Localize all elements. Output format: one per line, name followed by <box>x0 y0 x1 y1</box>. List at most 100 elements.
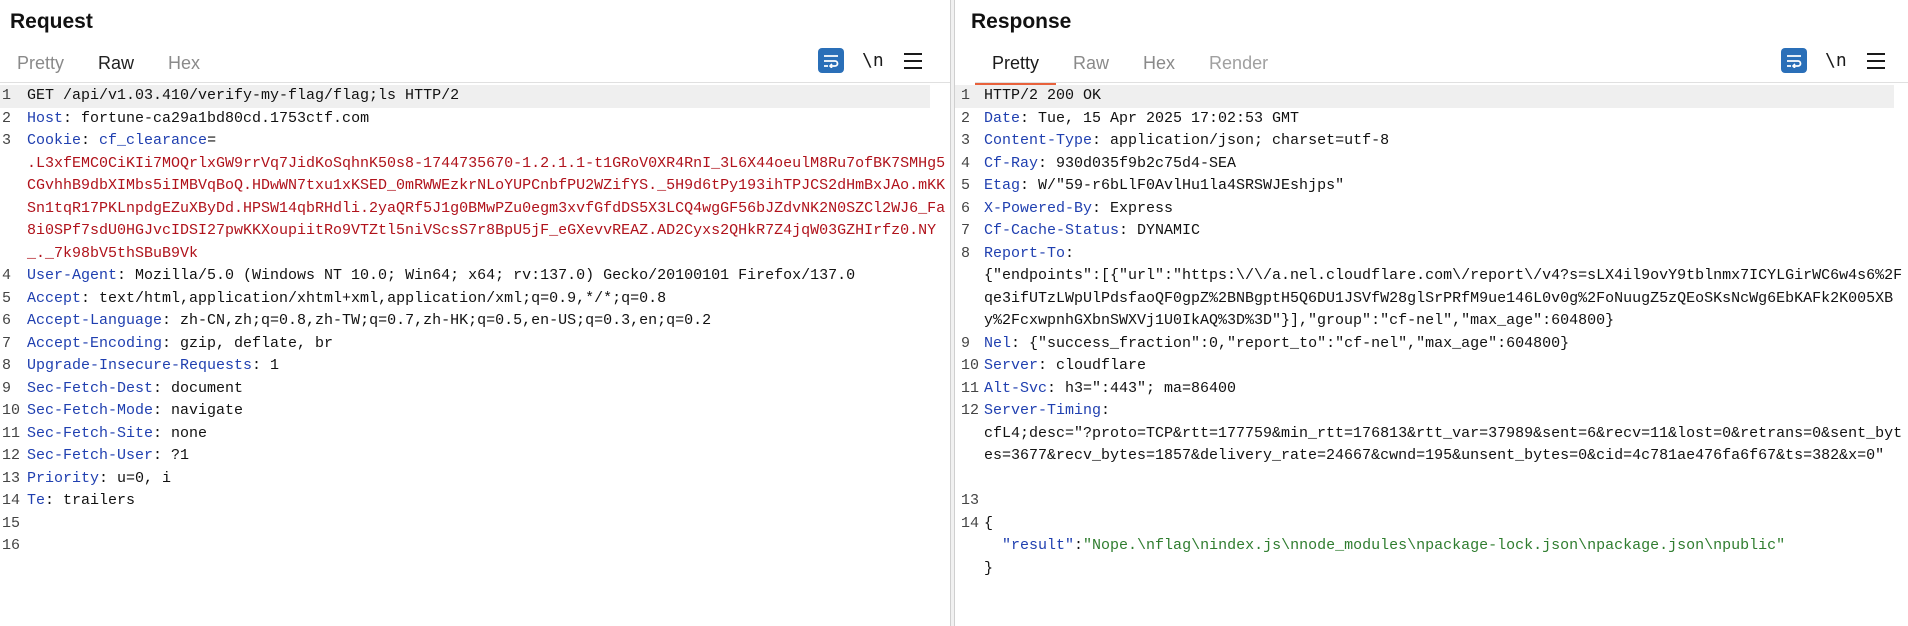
line-number: 14 <box>961 514 980 532</box>
line-number: 4 <box>961 154 971 172</box>
response-line: 13 <box>955 490 1908 513</box>
header-value: : fortune-ca29a1bd80cd.1753ctf.com <box>63 109 370 127</box>
wrap-lines-icon[interactable] <box>1781 48 1807 73</box>
line-number: 2 <box>2 109 12 127</box>
request-line: 3 Cookie: cf_clearance= .L3xfEMC0CiKIi7MO… <box>0 130 950 265</box>
header-value: : h3=":443"; ma=86400 <box>1047 379 1237 397</box>
request-line: 15 <box>0 513 950 536</box>
header-name: Nel <box>984 334 1012 352</box>
header-value: : 930d035f9b2c75d4-SEA <box>1038 154 1237 172</box>
request-editor[interactable]: 1 GET /api/v1.03.410/verify-my-flag/flag;… <box>0 85 950 626</box>
request-line: 2 Host: fortune-ca29a1bd80cd.1753ctf.com <box>0 108 950 131</box>
header-value: : navigate <box>153 402 244 419</box>
response-line: 4 Cf-Ray: 930d035f9b2c75d4-SEA <box>955 153 1908 176</box>
request-line: 13 Priority: u=0, i <box>0 468 950 491</box>
header-value: : Mozilla/5.0 (Windows NT 10.0; Win64; x… <box>117 267 856 284</box>
header-value: : ?1 <box>153 447 190 464</box>
header-name: User-Agent <box>27 267 118 284</box>
response-line-text: HTTP/2 200 OK <box>981 85 1894 108</box>
response-line: 3 Content-Type: application/json; charset… <box>955 130 1908 153</box>
request-line-text: Accept: text/html,application/xhtml+xml,… <box>24 288 950 311</box>
request-line-text: Accept-Language: zh-CN,zh;q=0.8,zh-TW;q=… <box>24 310 950 333</box>
header-value: GET /api/v1.03.410/verify-my-flag/flag;l… <box>27 87 460 104</box>
header-value: : application/json; charset=utf-8 <box>1092 132 1390 149</box>
request-tab-hex[interactable]: Hex <box>151 49 217 82</box>
header-name: Upgrade-Insecure-Requests <box>27 357 253 374</box>
show-newlines-toggle[interactable]: \n <box>862 50 884 71</box>
line-number: 1 <box>2 87 12 104</box>
response-line: 7 Cf-Cache-Status: DYNAMIC <box>955 220 1908 243</box>
header-name: Accept-Language <box>27 312 163 329</box>
line-number: 11 <box>961 379 980 397</box>
header-name: Content-Type <box>984 132 1093 149</box>
response-tools: \n <box>1781 48 1885 73</box>
line-number: 15 <box>2 514 21 532</box>
header-value: : zh-CN,zh;q=0.8,zh-TW;q=0.7,zh-HK;q=0.5… <box>162 312 712 329</box>
line-number: 9 <box>961 334 971 352</box>
request-line-text: Cookie: cf_clearance= .L3xfEMC0CiKIi7MOQ… <box>24 130 950 265</box>
response-tab-pretty[interactable]: Pretty <box>975 49 1057 85</box>
request-tabs: Pretty Raw Hex <box>0 49 217 82</box>
header-value: : DYNAMIC <box>1119 222 1201 239</box>
response-tab-hex[interactable]: Hex <box>1126 49 1192 82</box>
header-value: : cfL4;desc="?proto=TCP&rtt=177759&min_r… <box>984 402 1903 464</box>
request-line-text: GET /api/v1.03.410/verify-my-flag/flag;l… <box>24 85 930 108</box>
request-line: 5 Accept: text/html,application/xhtml+xml… <box>0 288 950 311</box>
header-value: : <box>1074 537 1084 554</box>
response-line-text: Alt-Svc: h3=":443"; ma=86400 <box>981 378 1908 401</box>
request-tab-raw[interactable]: Raw <box>81 49 151 82</box>
header-value: : gzip, deflate, br <box>162 334 334 352</box>
header-value: : document <box>153 379 244 397</box>
request-line: 1 GET /api/v1.03.410/verify-my-flag/flag;… <box>0 85 930 108</box>
response-line: 5 Etag: W/"59-r6bLlF0AvlHu1la4SRSWJEshjps… <box>955 175 1908 198</box>
header-name: Priority <box>27 469 100 487</box>
line-number: 10 <box>2 402 21 419</box>
menu-icon[interactable] <box>903 52 922 69</box>
show-newlines-toggle[interactable]: \n <box>1825 50 1847 71</box>
response-line-text: Report-To: {"endpoints":[{"url":"https:\… <box>981 243 1908 333</box>
response-editor[interactable]: 1 HTTP/2 200 OK 2 Date: Tue, 15 Apr 2025 17… <box>955 85 1908 626</box>
line-number: 3 <box>961 132 971 149</box>
response-line: 11 Alt-Svc: h3=":443"; ma=86400 <box>955 378 1908 401</box>
request-line-text: Sec-Fetch-Mode: navigate <box>24 400 950 423</box>
request-line-text <box>24 513 950 536</box>
response-line: 6 X-Powered-By: Express <box>955 198 1908 221</box>
response-tabs: Pretty Raw Hex Render <box>975 49 1285 85</box>
header-name: Server-Timing <box>984 402 1102 419</box>
response-line: 8 Report-To: {"endpoints":[{"url":"https:… <box>955 243 1908 333</box>
header-value: : {"endpoints":[{"url":"https:\/\/a.nel.… <box>984 244 1903 330</box>
line-number: 11 <box>2 424 21 442</box>
header-name: Accept-Encoding <box>27 334 163 352</box>
response-tab-render[interactable]: Render <box>1192 49 1285 82</box>
header-name: Server <box>984 357 1039 374</box>
response-line: 9 Nel: {"success_fraction":0,"report_to":… <box>955 333 1908 356</box>
header-name: Cf-Ray <box>984 154 1039 172</box>
header-value: } <box>984 559 994 577</box>
line-number: 13 <box>2 469 21 487</box>
line-number: 8 <box>961 244 971 262</box>
request-line-text: Upgrade-Insecure-Requests: 1 <box>24 355 950 378</box>
header-value: HTTP/2 200 OK <box>984 87 1102 104</box>
response-line-text: X-Powered-By: Express <box>981 198 1908 221</box>
request-line: 8 Upgrade-Insecure-Requests: 1 <box>0 355 950 378</box>
header-value: : text/html,application/xhtml+xml,applic… <box>81 289 667 307</box>
header-name: X-Powered-By <box>984 199 1093 217</box>
request-line: 7 Accept-Encoding: gzip, deflate, br <box>0 333 950 356</box>
header-name: Sec-Fetch-Mode <box>27 402 154 419</box>
header-name: Report-To <box>984 244 1066 262</box>
response-tab-raw[interactable]: Raw <box>1056 49 1126 82</box>
request-line-text: Host: fortune-ca29a1bd80cd.1753ctf.com <box>24 108 950 131</box>
line-number: 3 <box>2 132 12 149</box>
header-value: : 1 <box>252 357 280 374</box>
menu-icon[interactable] <box>1866 52 1885 69</box>
header-name: Alt-Svc <box>984 379 1048 397</box>
line-number: 7 <box>2 334 12 352</box>
header-value: : Tue, 15 Apr 2025 17:02:53 GMT <box>1020 109 1300 127</box>
wrap-lines-icon[interactable] <box>818 48 844 73</box>
request-tab-pretty[interactable]: Pretty <box>0 49 81 82</box>
request-line-text: Priority: u=0, i <box>24 468 950 491</box>
header-value: : <box>81 132 100 149</box>
request-line-text <box>24 535 950 558</box>
response-line-text: Nel: {"success_fraction":0,"report_to":"… <box>981 333 1908 356</box>
response-pane: Response Pretty Raw Hex Render \n 1 HTTP/… <box>955 0 1908 626</box>
